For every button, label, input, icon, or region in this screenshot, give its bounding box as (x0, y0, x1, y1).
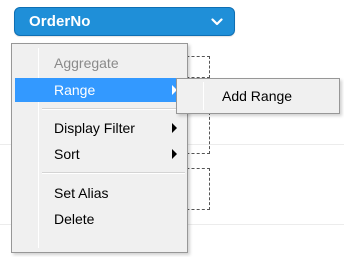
field-label: OrderNo (29, 13, 91, 30)
menu-item-label: Set Alias (54, 185, 109, 201)
submenu-item-add-range[interactable]: Add Range (180, 83, 336, 109)
submenu-arrow-icon (172, 149, 177, 159)
submenu-arrow-icon (172, 123, 177, 133)
menu-item-range[interactable]: Range (15, 78, 185, 102)
menu-item-label: Sort (54, 146, 80, 162)
submenu-item-label: Add Range (222, 88, 293, 104)
menu-item-sort[interactable]: Sort (15, 142, 185, 166)
menu-separator (42, 172, 185, 174)
range-submenu: Add Range (176, 78, 340, 114)
menu-item-delete[interactable]: Delete (15, 207, 185, 231)
menu-item-aggregate: Aggregate (15, 51, 185, 75)
menu-item-set-alias[interactable]: Set Alias (15, 181, 185, 205)
menu-item-display-filter[interactable]: Display Filter (15, 116, 185, 140)
menu-item-label: Aggregate (54, 55, 119, 71)
menu-separator (42, 108, 185, 110)
field-context-menu: Aggregate Range Display Filter Sort Set … (11, 43, 188, 253)
menu-item-label: Display Filter (54, 120, 135, 136)
field-orderno-button[interactable]: OrderNo (14, 7, 235, 36)
menu-item-label: Range (54, 82, 96, 98)
chevron-down-icon[interactable] (210, 15, 224, 29)
pivot-field-area: OrderNo Aggregate Range Display Filter S… (0, 0, 344, 257)
menu-item-label: Delete (54, 211, 95, 227)
